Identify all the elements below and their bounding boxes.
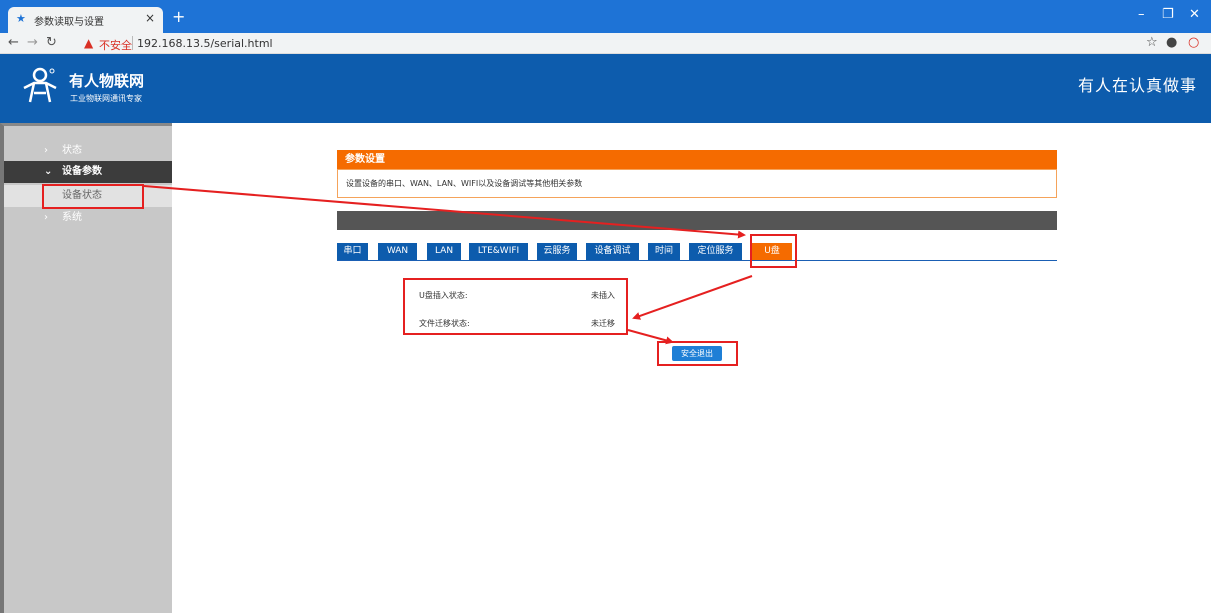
- browser-tab-title: 参数读取与设置: [34, 17, 104, 28]
- brand-name: 有人物联网: [69, 72, 145, 90]
- insecure-label[interactable]: 不安全: [99, 37, 132, 53]
- tab-lte-wifi[interactable]: LTE&WIFI: [469, 243, 528, 260]
- sidebar-item-device-params[interactable]: ⌄ 设备参数: [4, 161, 172, 183]
- tab-close-icon[interactable]: ×: [145, 11, 155, 25]
- extension-icon[interactable]: ○: [1188, 35, 1199, 50]
- highlight-box-eject: [657, 341, 738, 366]
- highlight-box-status: [403, 278, 628, 335]
- sidebar-item-label: 系统: [62, 212, 82, 223]
- highlight-box-sidebar: [42, 184, 144, 209]
- brand-subtitle: 工业物联网通讯专家: [70, 94, 142, 103]
- chevron-right-icon: ›: [44, 145, 48, 156]
- back-arrow-icon[interactable]: ←: [8, 35, 19, 50]
- arrow-usb-tab-to-status: [632, 275, 753, 320]
- tab-cloud-service[interactable]: 云服务: [537, 243, 577, 260]
- sidebar-item-status[interactable]: › 状态: [4, 140, 172, 162]
- chevron-down-icon: ⌄: [44, 166, 53, 177]
- panel-divider-bar: [337, 211, 1057, 230]
- profile-icon[interactable]: ●: [1166, 35, 1177, 50]
- restore-button[interactable]: ❐: [1162, 7, 1174, 22]
- tab-underline: [337, 260, 1057, 261]
- reload-icon[interactable]: ↻: [46, 35, 57, 50]
- highlight-box-usb-tab: [750, 234, 797, 268]
- tab-lan[interactable]: LAN: [427, 243, 461, 260]
- sidebar-item-label: 状态: [62, 145, 82, 156]
- warning-triangle-icon[interactable]: ▲: [84, 36, 93, 50]
- sidebar-item-system[interactable]: › 系统: [4, 207, 172, 229]
- minimize-button[interactable]: –: [1138, 7, 1145, 22]
- site-favicon-icon: ★: [16, 12, 26, 25]
- forward-arrow-icon[interactable]: →: [27, 35, 38, 50]
- sidebar-item-label: 设备参数: [62, 166, 102, 177]
- window-close-button[interactable]: ✕: [1189, 7, 1200, 22]
- site-header: [0, 54, 1211, 123]
- browser-tab[interactable]: ★ 参数读取与设置 ×: [8, 7, 163, 33]
- tab-wan[interactable]: WAN: [378, 243, 417, 260]
- address-separator: [132, 36, 133, 50]
- new-tab-button[interactable]: +: [172, 7, 185, 26]
- panel-description: 设置设备的串口、WAN、LAN、WIFI以及设备调试等其他相关参数: [337, 169, 1057, 198]
- tab-time[interactable]: 时间: [648, 243, 680, 260]
- url-text[interactable]: 192.168.13.5/serial.html: [137, 37, 273, 50]
- header-slogan: 有人在认真做事: [1077, 76, 1197, 95]
- tab-location-service[interactable]: 定位服务: [689, 243, 742, 260]
- tab-serial[interactable]: 串口: [337, 243, 368, 260]
- bookmark-star-icon[interactable]: ☆: [1146, 35, 1158, 50]
- logo-person-icon: [23, 67, 57, 103]
- panel-title: 参数设置: [337, 150, 1057, 169]
- chevron-right-icon: ›: [44, 212, 48, 223]
- tab-device-debug[interactable]: 设备调试: [586, 243, 639, 260]
